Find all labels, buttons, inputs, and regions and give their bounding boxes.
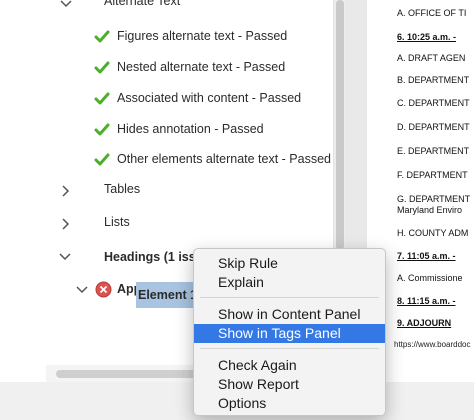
doc-line: 9. ADJOURN <box>397 318 452 328</box>
menu-item-options[interactable]: Options <box>194 394 385 413</box>
menu-item-explain[interactable]: Explain <box>194 273 385 292</box>
check-item-label: Nested alternate text - Passed <box>117 60 286 74</box>
checkmark-icon <box>94 92 110 106</box>
check-item-label: Associated with content - Passed <box>117 91 302 105</box>
doc-line: 6. 10:25 a.m. - <box>397 32 457 42</box>
doc-line: Maryland Enviro <box>397 205 463 215</box>
doc-line: H. COUNTY ADM <box>397 228 469 238</box>
doc-footer-url: https://www.boarddoc <box>394 340 471 349</box>
group-lists-label: Lists <box>104 215 130 229</box>
menu-separator <box>200 297 379 298</box>
alternate-text-heading[interactable]: Alternate Text <box>104 0 180 8</box>
chevron-right-icon[interactable] <box>62 185 72 197</box>
chevron-down-icon[interactable] <box>76 286 88 296</box>
checkmark-icon <box>94 30 110 44</box>
chevron-down-icon[interactable] <box>59 253 71 263</box>
menu-item-skip-rule[interactable]: Skip Rule <box>194 254 385 273</box>
vertical-scrollbar-thumb[interactable] <box>336 0 344 250</box>
doc-line: 8. 11:15 a.m. - <box>397 296 456 306</box>
checkmark-icon <box>94 61 110 75</box>
menu-item-show-in-content-panel[interactable]: Show in Content Panel <box>194 305 385 324</box>
chevron-down-icon[interactable] <box>60 0 72 10</box>
context-menu: Skip Rule Explain Show in Content Panel … <box>193 248 386 416</box>
checkmark-icon <box>94 153 110 167</box>
doc-line: A. DRAFT AGEN <box>397 53 466 63</box>
doc-line: B. DEPARTMENT <box>397 75 470 85</box>
error-icon <box>95 281 112 303</box>
menu-item-show-report[interactable]: Show Report <box>194 375 385 394</box>
checkmark-icon <box>94 123 110 137</box>
check-item-label: Hides annotation - Passed <box>117 122 264 136</box>
doc-line: F. DEPARTMENT <box>397 170 468 180</box>
doc-line: A. Commissione <box>397 273 463 283</box>
element-label: Element 1 <box>138 288 198 302</box>
menu-item-show-in-tags-panel[interactable]: Show in Tags Panel <box>194 324 385 343</box>
group-tables-label: Tables <box>104 182 141 196</box>
doc-line: D. DEPARTMENT <box>397 122 470 132</box>
menu-separator <box>200 348 379 349</box>
doc-line: 7. 11:05 a.m. - <box>397 251 456 261</box>
doc-line: G. DEPARTMENT <box>397 194 471 204</box>
doc-line: C. DEPARTMENT <box>397 98 470 108</box>
check-item-label: Figures alternate text - Passed <box>117 29 288 43</box>
doc-line: E. DEPARTMENT <box>397 146 470 156</box>
chevron-right-icon[interactable] <box>62 218 72 230</box>
menu-item-check-again[interactable]: Check Again <box>194 356 385 375</box>
doc-line: A. OFFICE OF TI <box>397 8 467 18</box>
check-item-label: Other elements alternate text - Passed <box>117 152 331 166</box>
